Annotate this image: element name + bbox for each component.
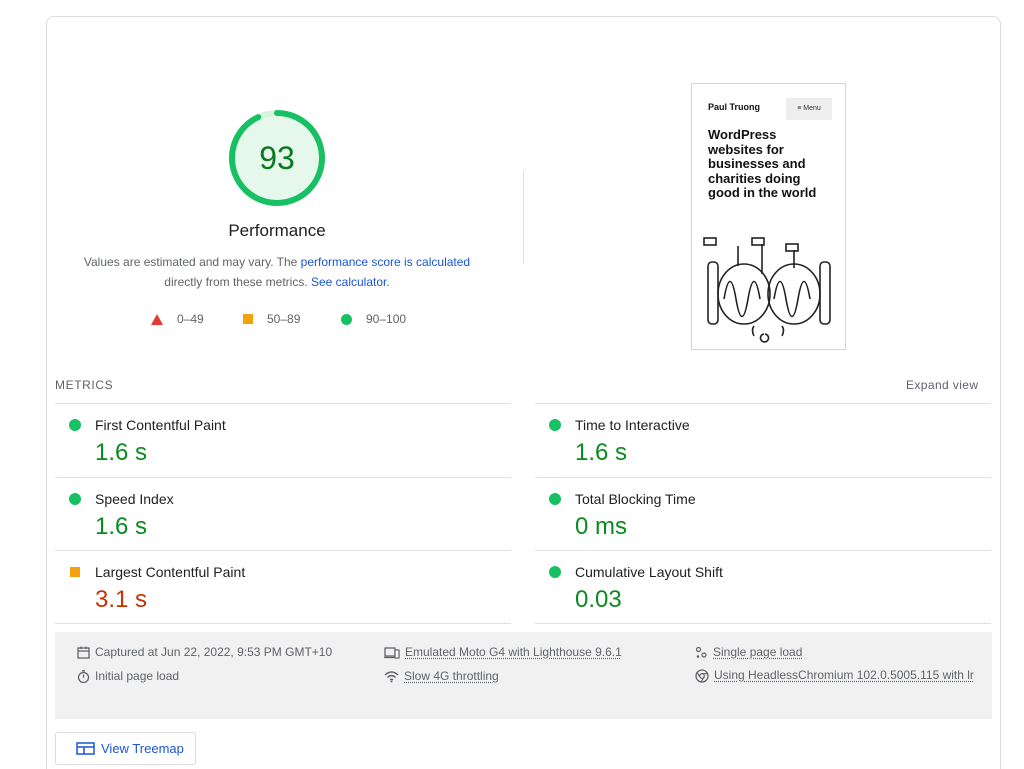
final-screenshot[interactable]: Paul Truong ≡ Menu WordPress websites fo…	[691, 83, 846, 350]
metric-name: First Contentful Paint	[95, 417, 226, 433]
calendar-icon	[77, 646, 90, 659]
metric-speed-index: Speed Index 1.6 s	[55, 477, 511, 550]
screenshot-headline: WordPress websites for businesses and ch…	[708, 128, 828, 201]
score-calculation-link[interactable]: performance score is calculated	[301, 255, 470, 269]
legend-fail: 0–49	[151, 312, 204, 326]
metric-value: 1.6 s	[575, 439, 627, 467]
metric-value: 3.1 s	[95, 586, 147, 614]
metric-largest-contentful-paint: Largest Contentful Paint 3.1 s	[55, 550, 511, 623]
metric-time-to-interactive: Time to Interactive 1.6 s	[535, 403, 991, 476]
pass-status-icon	[69, 493, 81, 505]
single-page-load[interactable]: Single page load	[695, 645, 802, 659]
view-treemap-label[interactable]: View Treemap	[101, 741, 184, 756]
wifi-icon	[384, 670, 399, 683]
metric-value: 0.03	[575, 586, 622, 614]
metric-value: 1.6 s	[95, 439, 147, 467]
metrics-heading: METRICS	[55, 378, 113, 392]
desc-text-2: directly from these metrics.	[164, 275, 311, 289]
metric-first-contentful-paint: First Contentful Paint 1.6 s	[55, 403, 511, 476]
legend-fail-label: 0–49	[177, 312, 204, 326]
desc-text-1: Values are estimated and may vary. The	[84, 255, 301, 269]
pass-status-icon	[69, 419, 81, 431]
browser-text[interactable]: Using HeadlessChromium 102.0.5005.115 wi…	[714, 663, 976, 687]
pass-status-icon	[549, 493, 561, 505]
captured-at: Captured at Jun 22, 2022, 9:53 PM GMT+10	[77, 645, 332, 659]
metric-value: 1.6 s	[95, 513, 147, 541]
average-status-icon	[70, 567, 80, 577]
legend-pass-label: 90–100	[366, 312, 406, 326]
performance-gauge[interactable]: 93	[228, 109, 326, 207]
initial-page-load: Initial page load	[77, 669, 179, 683]
legend-pass: 90–100	[341, 312, 406, 326]
performance-description: Values are estimated and may vary. The p…	[66, 252, 488, 292]
device-text[interactable]: Emulated Moto G4 with Lighthouse 9.6.1	[405, 645, 622, 659]
captured-text: Captured at Jun 22, 2022, 9:53 PM GMT+10	[95, 645, 332, 659]
expand-view-toggle[interactable]: Expand view	[906, 378, 978, 392]
performance-title: Performance	[177, 221, 377, 241]
square-average-icon	[243, 314, 253, 324]
initial-load-text: Initial page load	[95, 669, 179, 683]
single-load-text[interactable]: Single page load	[713, 645, 802, 659]
metric-name: Largest Contentful Paint	[95, 564, 245, 580]
stopwatch-icon	[77, 670, 90, 683]
browser-version[interactable]: Using HeadlessChromium 102.0.5005.115 wi…	[695, 663, 976, 687]
throttling-text[interactable]: Slow 4G throttling	[404, 669, 499, 683]
vertical-divider	[523, 170, 524, 264]
screenshot-menu-button: ≡ Menu	[786, 98, 832, 120]
performance-score: 93	[228, 109, 326, 207]
metric-value: 0 ms	[575, 513, 627, 541]
divider	[535, 623, 991, 624]
metric-cumulative-layout-shift: Cumulative Layout Shift 0.03	[535, 550, 991, 623]
divider	[55, 623, 511, 624]
pass-status-icon	[549, 566, 561, 578]
chrome-icon	[695, 669, 709, 683]
view-treemap-button[interactable]: View Treemap	[55, 732, 196, 765]
network-throttling[interactable]: Slow 4G throttling	[384, 669, 499, 683]
screenshot-site-name: Paul Truong	[708, 102, 760, 112]
legend-average-label: 50–89	[267, 312, 300, 326]
devices-icon	[384, 646, 400, 659]
emulated-device[interactable]: Emulated Moto G4 with Lighthouse 9.6.1	[384, 645, 622, 659]
screenshot-illustration	[702, 224, 837, 344]
pass-status-icon	[549, 419, 561, 431]
metric-name: Total Blocking Time	[575, 491, 696, 507]
runtime-settings: Captured at Jun 22, 2022, 9:53 PM GMT+10…	[55, 632, 992, 719]
triangle-fail-icon	[151, 314, 163, 325]
session-icon	[695, 646, 708, 659]
legend-average: 50–89	[243, 312, 300, 326]
metric-total-blocking-time: Total Blocking Time 0 ms	[535, 477, 991, 550]
see-calculator-link[interactable]: See calculator.	[311, 275, 390, 289]
metric-name: Cumulative Layout Shift	[575, 564, 723, 580]
metric-name: Speed Index	[95, 491, 174, 507]
circle-pass-icon	[341, 314, 352, 325]
metric-name: Time to Interactive	[575, 417, 690, 433]
treemap-icon	[76, 742, 95, 755]
